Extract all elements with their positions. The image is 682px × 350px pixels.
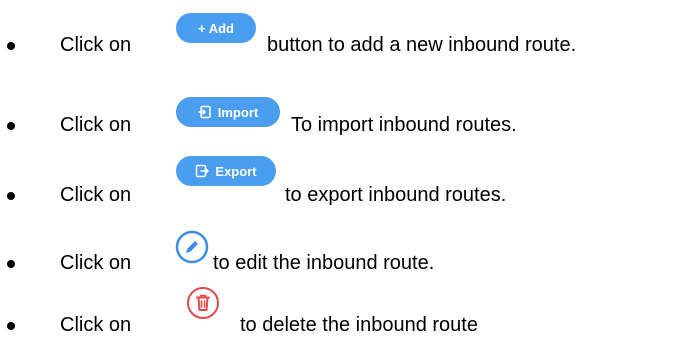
import-icon (198, 105, 212, 119)
import-button[interactable]: Import (176, 97, 280, 127)
list-item-import: Click on Import To import inbound routes… (0, 80, 682, 140)
import-button-label: Import (217, 104, 259, 120)
instruction-prefix: Click on (60, 252, 132, 274)
instruction-prefix: Click on (60, 114, 132, 136)
edit-pencil-icon[interactable] (175, 230, 209, 264)
instruction-suffix: to delete the inbound route (240, 314, 478, 336)
instruction-suffix: To import inbound routes. (291, 114, 517, 136)
list-item-edit: Click on to edit the inbound route. (0, 214, 682, 274)
instruction-prefix: Click on (60, 314, 132, 336)
list-item-add: Click on + Add button to add a new inbou… (0, 0, 682, 60)
export-button-label: Export (215, 163, 257, 179)
bullet (7, 322, 15, 330)
instruction-suffix: button to add a new inbound route. (267, 34, 577, 56)
instruction-suffix: to export inbound routes. (285, 184, 507, 206)
instruction-prefix: Click on (60, 184, 132, 206)
bullet (7, 260, 15, 268)
instruction-prefix: Click on (60, 34, 132, 56)
list-item-export: Click on Export to export inbound routes… (0, 146, 682, 206)
bullet (7, 122, 15, 130)
add-button[interactable]: + Add (176, 13, 256, 43)
add-button-label: + Add (198, 20, 234, 36)
export-button[interactable]: Export (176, 156, 276, 186)
delete-trash-icon[interactable] (186, 286, 220, 320)
bullet (7, 192, 15, 200)
instruction-suffix: to edit the inbound route. (213, 252, 435, 274)
export-icon (195, 164, 210, 178)
list-item-delete: Click on to delete the inbound route (0, 276, 682, 336)
bullet (7, 42, 15, 50)
